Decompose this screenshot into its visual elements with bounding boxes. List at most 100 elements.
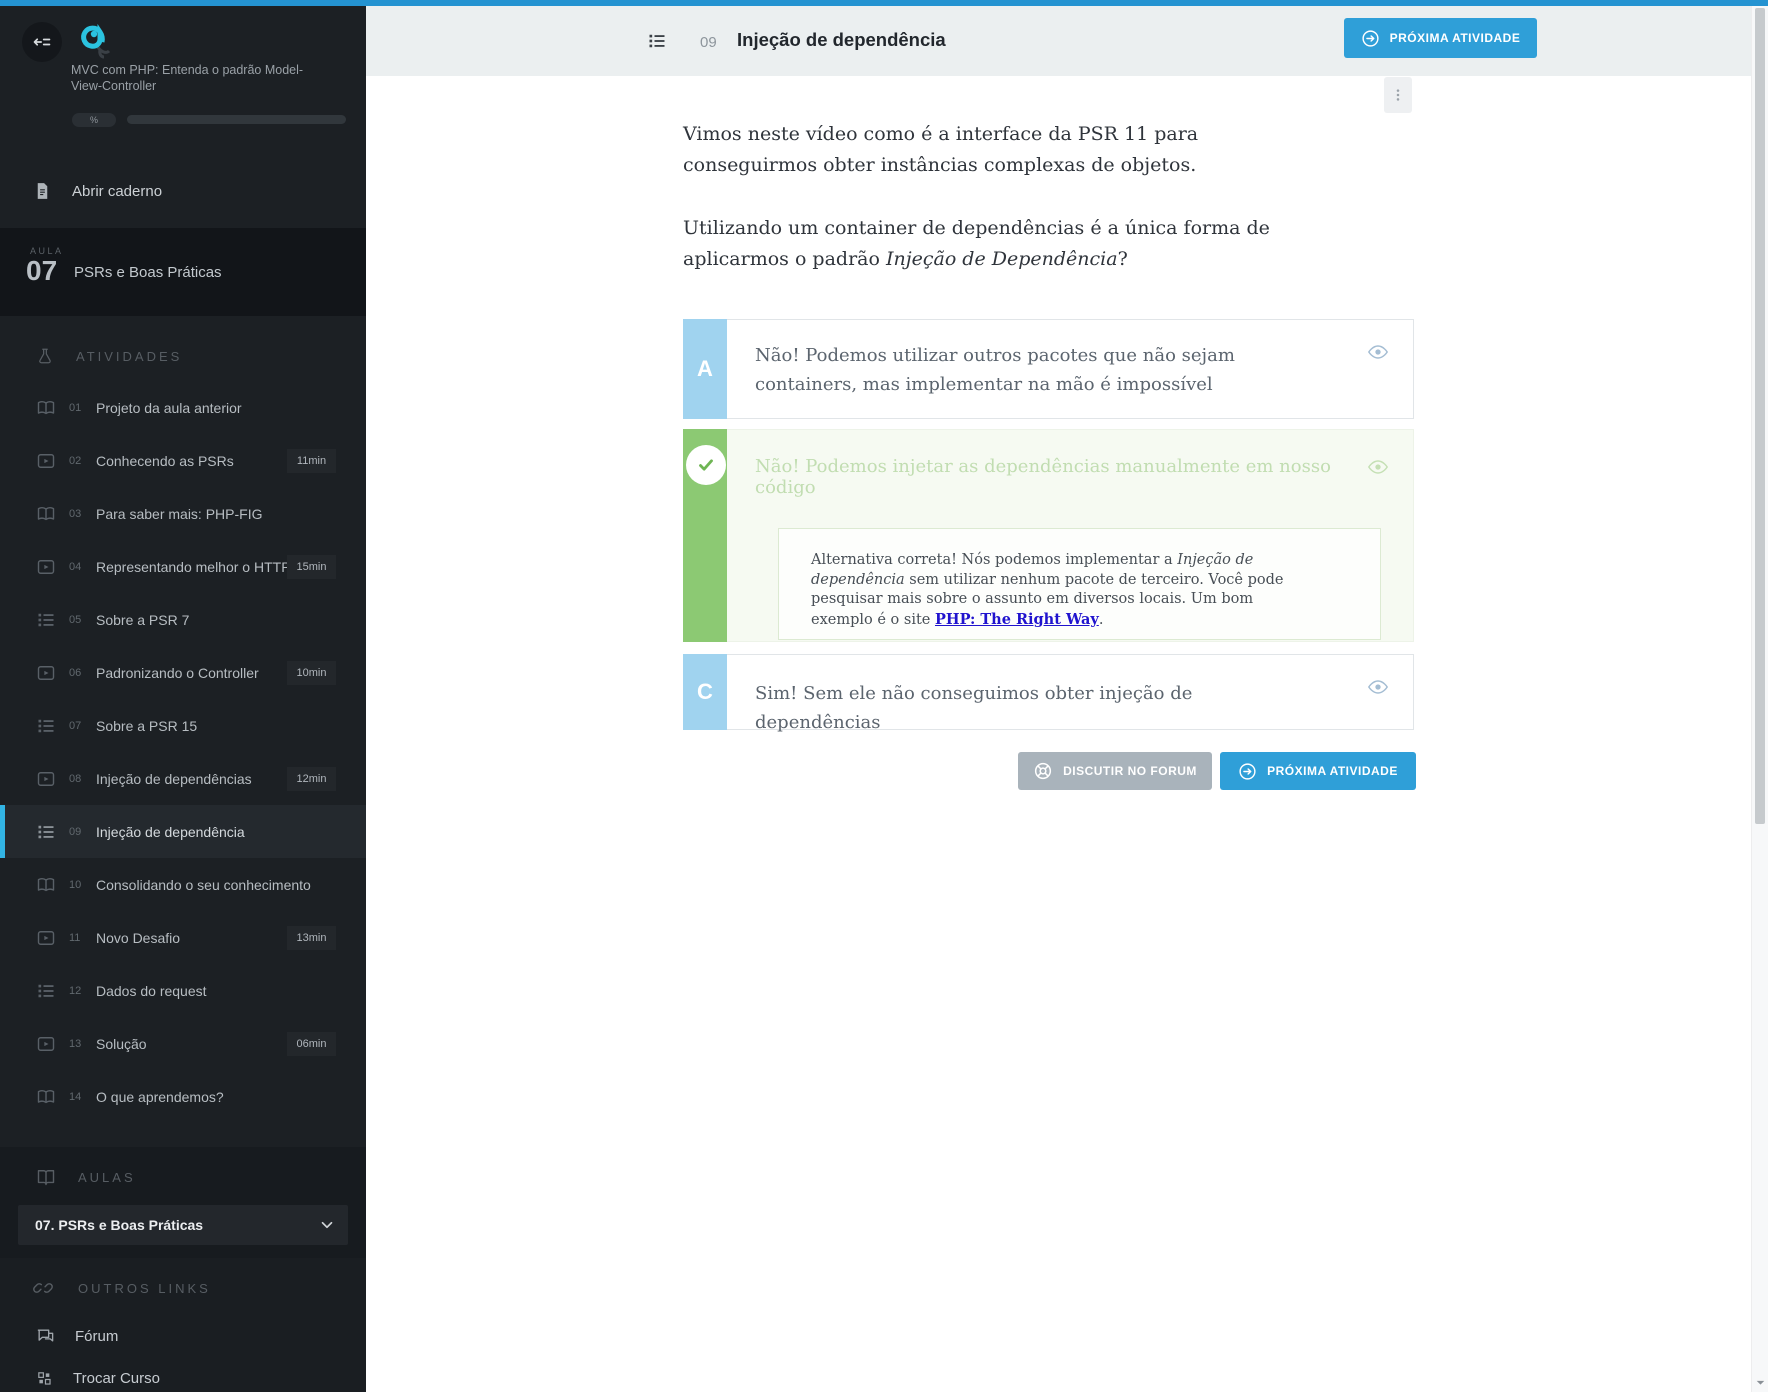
sidebar-item-para-saber-mais[interactable]: 03 Para saber mais: PHP-FIG [0, 487, 366, 540]
activity-label: Sobre a PSR 15 [96, 717, 198, 734]
course-logo-icon [70, 16, 118, 64]
scrollbar-thumb[interactable] [1755, 8, 1765, 824]
php-the-right-way-link[interactable]: PHP: The Right Way [935, 611, 1099, 628]
other-links-header-label: OUTROS LINKS [78, 1280, 211, 1296]
activity-label: Dados do request [96, 982, 207, 999]
other-links-section: OUTROS LINKS Fórum Trocar Curso [0, 1258, 366, 1392]
lesson-title: PSRs e Boas Práticas [74, 264, 222, 281]
book-icon [36, 875, 56, 895]
activity-label: Padronizando o Controller [96, 664, 259, 681]
more-options-button[interactable] [1384, 77, 1412, 113]
sidebar-item-solucao[interactable]: 13 Solução 06min [0, 1017, 366, 1070]
question-text: Vimos neste vídeo como é a interface da … [683, 119, 1328, 307]
next-activity-label: PRÓXIMA ATIVIDADE [1267, 764, 1398, 778]
correct-option-badge [683, 429, 727, 642]
sidebar-item-consolidando-conhecimento[interactable]: 10 Consolidando o seu conhecimento [0, 858, 366, 911]
sidebar-item-sobre-a-psr-7[interactable]: 05 Sobre a PSR 7 [0, 593, 366, 646]
video-icon [36, 451, 56, 471]
top-accent-bar [0, 0, 1768, 6]
duration-badge: 15min [287, 554, 336, 579]
lessons-section: AULAS 07. PSRs e Boas Práticas [0, 1147, 366, 1258]
progress-bar [127, 115, 346, 124]
course-player-window: MVC com PHP: Entenda o padrão Model-View… [0, 0, 1768, 1392]
option-letter-badge: C [683, 654, 727, 730]
sidebar-item-injecao-de-dependencia-active[interactable]: 09 Injeção de dependência [0, 805, 366, 858]
quiz-list-icon [36, 716, 56, 736]
arrow-circle-icon [1361, 29, 1380, 48]
collapse-sidebar-button[interactable] [22, 22, 62, 62]
sidebar: MVC com PHP: Entenda o padrão Model-View… [0, 6, 366, 1392]
activity-number: 02 [69, 454, 82, 467]
next-activity-button-top[interactable]: PRÓXIMA ATIVIDADE [1344, 18, 1537, 58]
next-activity-button-bottom[interactable]: PRÓXIMA ATIVIDADE [1220, 752, 1416, 790]
footer-actions: DISCUTIR NO FORUM PRÓXIMA ATIVIDADE [1018, 752, 1416, 790]
progress-percent-badge: % [72, 113, 116, 127]
activity-header: 09 Injeção de dependência PRÓXIMA ATIVID… [366, 6, 1751, 76]
page-title: Injeção de dependência [737, 29, 946, 50]
lessons-section-header: AULAS [36, 1163, 136, 1191]
lesson-number: 07 [26, 255, 58, 286]
book-icon [36, 398, 56, 418]
course-title: MVC com PHP: Entenda o padrão Model-View… [71, 63, 304, 93]
chat-bubbles-icon [36, 1327, 55, 1346]
quiz-list-icon [647, 31, 667, 51]
scroll-down-arrow-icon[interactable] [1754, 1376, 1767, 1389]
activity-number: 05 [69, 613, 82, 626]
video-icon [36, 557, 56, 577]
sidebar-link-trocar-curso[interactable]: Trocar Curso [0, 1364, 366, 1392]
activity-label: O que aprendemos? [96, 1088, 224, 1105]
activity-number: 08 [69, 772, 82, 785]
duration-badge: 13min [287, 925, 336, 950]
lesson-select-dropdown[interactable]: 07. PSRs e Boas Práticas [18, 1205, 348, 1245]
sidebar-item-conhecendo-as-psrs[interactable]: 02 Conhecendo as PSRs 11min [0, 434, 366, 487]
option-body: Não! Podemos injetar as dependências man… [727, 429, 1414, 642]
grid-icon [36, 1370, 53, 1387]
book-icon [36, 504, 56, 524]
activities-header-label: ATIVIDADES [76, 348, 183, 364]
activity-label: Projeto da aula anterior [96, 399, 242, 416]
activity-number: 14 [69, 1090, 82, 1103]
option-letter-badge: A [683, 319, 727, 419]
quiz-list-icon [36, 610, 56, 630]
answer-explanation-box: Alternativa correta! Nós podemos impleme… [778, 528, 1381, 640]
quiz-list-icon [36, 822, 56, 842]
sidebar-item-dados-do-request[interactable]: 12 Dados do request [0, 964, 366, 1017]
forum-link-label: Fórum [75, 1327, 119, 1345]
answer-explanation-text: Alternativa correta! Nós podemos impleme… [811, 552, 1284, 628]
answer-option-a[interactable]: A Não! Podemos utilizar outros pacotes q… [683, 319, 1414, 419]
activity-number: 03 [69, 507, 82, 520]
open-notebook-link[interactable]: Abrir caderno [0, 168, 366, 214]
sidebar-link-forum[interactable]: Fórum [0, 1322, 366, 1350]
eye-icon[interactable] [1367, 456, 1389, 478]
arrow-circle-icon [1238, 762, 1257, 781]
duration-badge: 12min [287, 766, 336, 791]
activity-number: 09 [69, 825, 82, 838]
kebab-icon [1390, 84, 1406, 106]
question-paragraph-1: Vimos neste vídeo como é a interface da … [683, 123, 1199, 176]
activity-number: 07 [69, 719, 82, 732]
sidebar-item-injecao-de-dependencias-video[interactable]: 08 Injeção de dependências 12min [0, 752, 366, 805]
question-pattern-name: Injeção de Dependência [885, 248, 1118, 270]
check-circle-icon [686, 445, 726, 485]
sidebar-item-padronizando-o-controller[interactable]: 06 Padronizando o Controller 10min [0, 646, 366, 699]
discuss-forum-button[interactable]: DISCUTIR NO FORUM [1018, 752, 1212, 790]
sidebar-item-o-que-aprendemos[interactable]: 14 O que aprendemos? [0, 1070, 366, 1123]
duration-badge: 06min [287, 1031, 336, 1056]
vertical-scrollbar[interactable] [1751, 6, 1768, 1392]
eye-icon[interactable] [1367, 676, 1389, 698]
sidebar-item-sobre-a-psr-15[interactable]: 07 Sobre a PSR 15 [0, 699, 366, 752]
activity-label: Representando melhor o HTTP [96, 558, 291, 575]
activity-number: 13 [69, 1037, 82, 1050]
answer-option-c[interactable]: C Sim! Sem ele não conseguimos obter inj… [683, 654, 1414, 733]
activity-label: Conhecendo as PSRs [96, 452, 234, 469]
eye-icon[interactable] [1367, 341, 1389, 363]
sidebar-item-novo-desafio[interactable]: 11 Novo Desafio 13min [0, 911, 366, 964]
open-book-icon [36, 1167, 56, 1187]
answer-option-b-correct[interactable]: Não! Podemos injetar as dependências man… [683, 429, 1414, 642]
option-text: Não! Podemos utilizar outros pacotes que… [755, 345, 1235, 395]
activity-label: Consolidando o seu conhecimento [96, 876, 311, 893]
sidebar-item-representando-melhor-http[interactable]: 04 Representando melhor o HTTP 15min [0, 540, 366, 593]
sidebar-item-projeto-aula-anterior[interactable]: 01 Projeto da aula anterior [0, 381, 366, 434]
activity-number: 01 [69, 401, 82, 414]
duration-badge: 10min [287, 660, 336, 685]
